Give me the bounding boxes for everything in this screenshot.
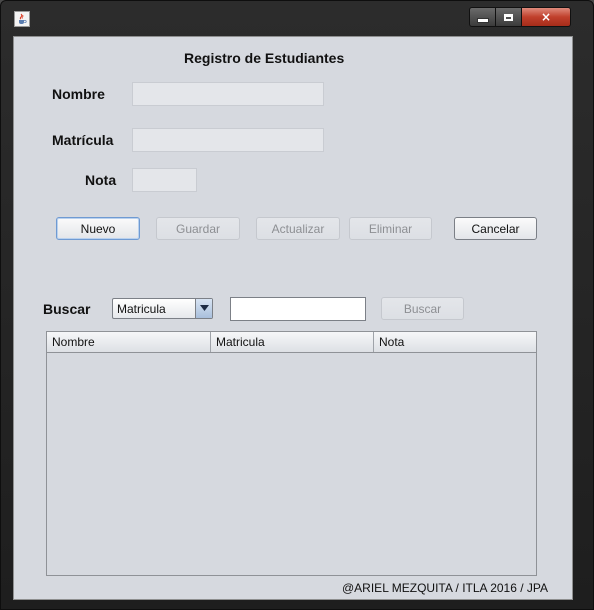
form-title: Registro de Estudiantes [184,50,345,66]
nota-field[interactable] [132,168,197,192]
nuevo-button[interactable]: Nuevo [56,217,140,240]
title-bar[interactable]: × [1,1,593,35]
column-header-matricula[interactable]: Matricula [211,332,374,352]
close-icon: × [540,10,552,24]
search-button[interactable]: Buscar [381,297,464,320]
search-input[interactable] [230,297,366,321]
column-header-nombre[interactable]: Nombre [47,332,211,352]
maximize-button[interactable] [496,7,522,27]
table-header: Nombre Matricula Nota [47,332,536,353]
combo-dropdown-button[interactable] [195,299,212,318]
minimize-icon [476,17,489,23]
window-controls: × [469,7,571,27]
close-button[interactable]: × [522,7,571,27]
minimize-button[interactable] [469,7,496,27]
cancelar-button[interactable]: Cancelar [454,217,537,240]
content-panel: Registro de Estudiantes Nombre Matrícula… [13,36,573,600]
search-field-combo[interactable]: Matricula [112,298,213,319]
guardar-button[interactable]: Guardar [156,217,240,240]
nota-label: Nota [85,172,117,188]
maximize-icon [504,13,513,21]
buscar-label: Buscar [43,301,91,317]
nombre-field[interactable] [132,82,324,106]
java-cup-icon[interactable] [14,11,30,27]
nombre-label: Nombre [52,86,105,102]
matricula-field[interactable] [132,128,324,152]
eliminar-button[interactable]: Eliminar [349,217,432,240]
combo-selected-value: Matricula [117,302,166,316]
footer-credits: @ARIEL MEZQUITA / ITLA 2016 / JPA [342,581,549,595]
app-window: × Registro de Estudiantes Nombre Matrícu… [0,0,594,610]
matricula-label: Matrícula [52,132,114,148]
chevron-down-icon [200,305,209,311]
column-header-nota[interactable]: Nota [374,332,536,352]
students-table[interactable]: Nombre Matricula Nota [46,331,537,576]
actualizar-button[interactable]: Actualizar [256,217,340,240]
